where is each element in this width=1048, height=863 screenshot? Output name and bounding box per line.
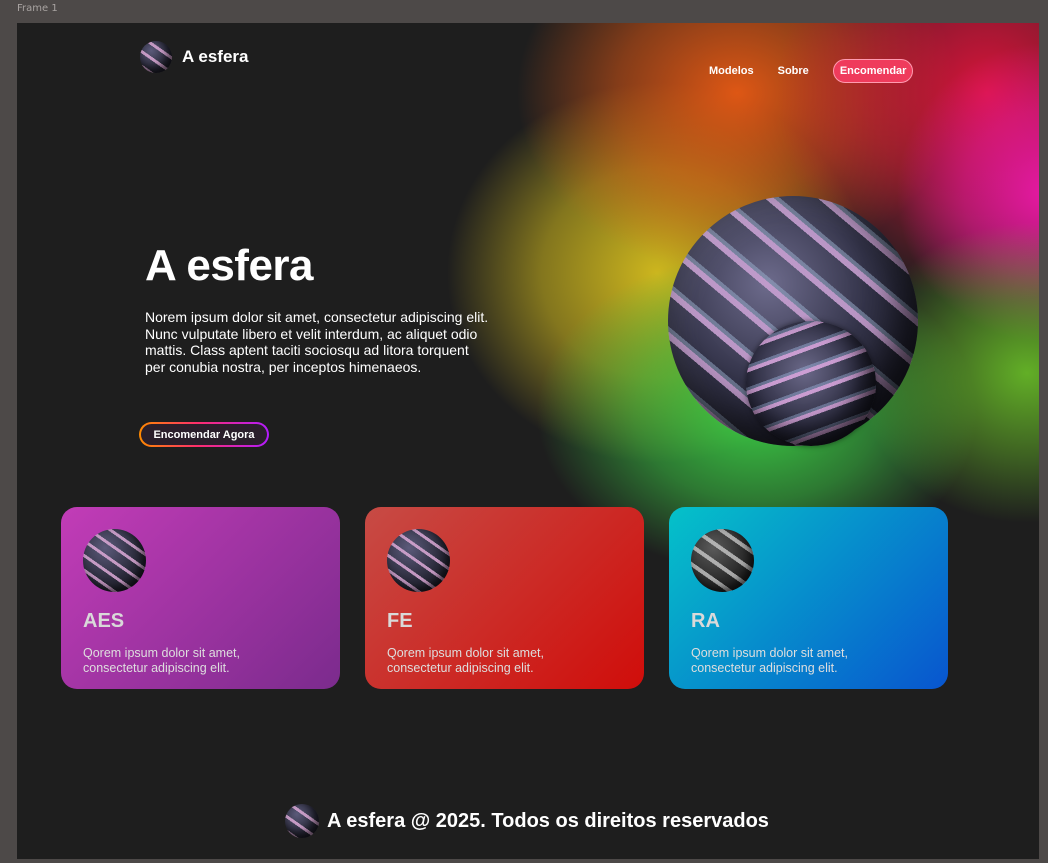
footer: A esfera @ 2025. Todos os direitos reser… bbox=[285, 804, 769, 838]
card-title: FE bbox=[387, 610, 413, 632]
frame-label: Frame 1 bbox=[17, 3, 58, 14]
glow-magenta bbox=[897, 43, 1039, 343]
model-card-aes[interactable]: AES Qorem ipsum dolor sit amet, consecte… bbox=[61, 507, 340, 689]
card-title: AES bbox=[83, 610, 125, 632]
model-card-fe[interactable]: FE Qorem ipsum dolor sit amet, consectet… bbox=[365, 507, 644, 689]
sphere-thumbnail-icon bbox=[83, 529, 146, 592]
card-description: Qorem ipsum dolor sit amet, consectetur … bbox=[387, 646, 544, 675]
copyright-text: A esfera @ 2025. Todos os direitos reser… bbox=[327, 809, 769, 832]
sphere-thumbnail-icon bbox=[691, 529, 754, 592]
nav-link-modelos[interactable]: Modelos bbox=[709, 65, 754, 77]
page-frame: A esfera Modelos Sobre Encomendar A esfe… bbox=[17, 23, 1039, 859]
model-card-ra[interactable]: RA Qorem ipsum dolor sit amet, consectet… bbox=[669, 507, 948, 689]
sphere-logo-icon bbox=[285, 804, 319, 838]
card-title: RA bbox=[691, 610, 720, 632]
hero-sphere-image bbox=[668, 196, 918, 446]
order-now-button[interactable]: Encomendar Agora bbox=[139, 422, 269, 447]
order-now-label: Encomendar Agora bbox=[141, 424, 267, 445]
hero-description: Norem ipsum dolor sit amet, consectetur … bbox=[145, 309, 489, 375]
sphere-thumbnail-icon bbox=[387, 529, 450, 592]
brand-name: A esfera bbox=[182, 47, 249, 66]
card-description: Qorem ipsum dolor sit amet, consectetur … bbox=[691, 646, 848, 675]
brand-logo[interactable]: A esfera bbox=[140, 41, 248, 73]
hero-title: A esfera bbox=[145, 241, 314, 290]
order-nav-button[interactable]: Encomendar bbox=[832, 59, 914, 83]
sphere-logo-icon bbox=[140, 41, 172, 73]
small-sphere bbox=[746, 321, 876, 446]
card-description: Qorem ipsum dolor sit amet, consectetur … bbox=[83, 646, 240, 675]
nav-link-sobre[interactable]: Sobre bbox=[778, 65, 809, 77]
main-nav: Modelos Sobre Encomendar bbox=[709, 59, 914, 83]
